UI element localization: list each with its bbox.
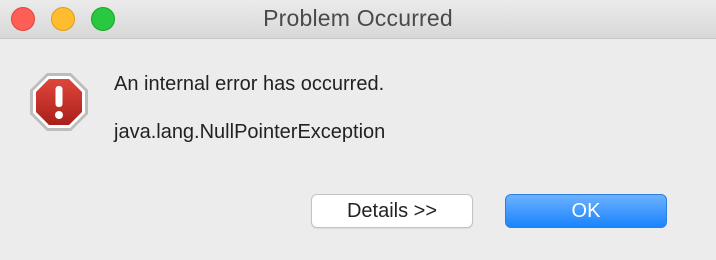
error-stop-sign-icon <box>30 73 88 131</box>
ok-button[interactable]: OK <box>505 194 667 228</box>
error-message: An internal error has occurred. <box>114 73 385 95</box>
exception-detail: java.lang.NullPointerException <box>114 121 386 143</box>
window-title: Problem Occurred <box>263 5 453 31</box>
details-button[interactable]: Details >> <box>311 194 473 228</box>
title-bar: Problem Occurred <box>0 0 716 39</box>
error-dialog-window: Problem Occurred An internal error has o… <box>0 0 716 260</box>
